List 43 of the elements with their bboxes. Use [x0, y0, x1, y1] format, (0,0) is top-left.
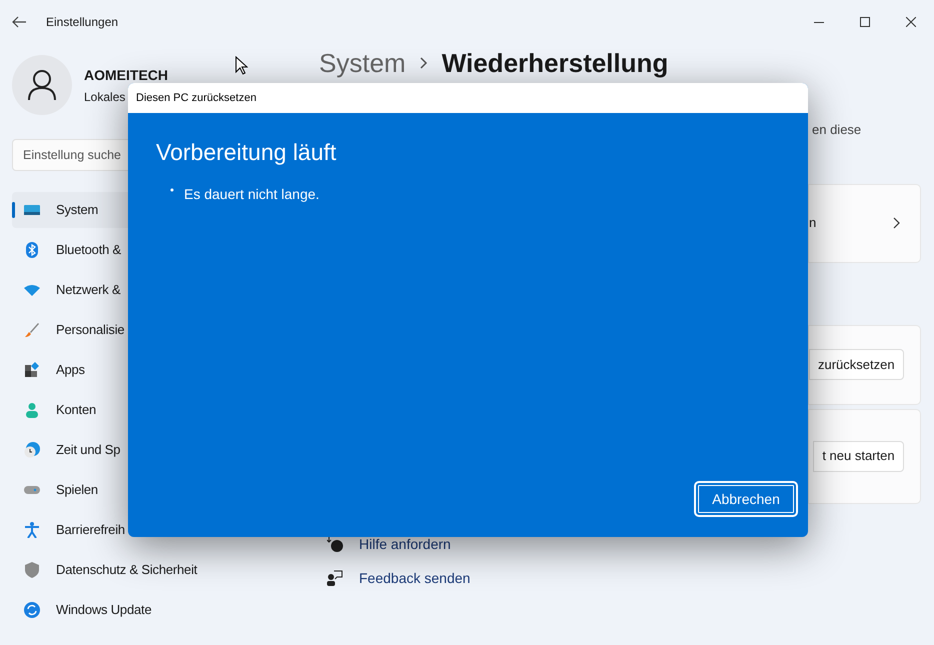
shield-icon — [24, 562, 40, 578]
clock-globe-icon — [24, 442, 40, 458]
help-icon — [327, 536, 343, 552]
sync-icon — [24, 602, 40, 618]
breadcrumb-parent[interactable]: System — [319, 46, 406, 80]
monitor-icon — [24, 202, 40, 218]
nav-item[interactable]: Apps — [12, 352, 312, 388]
account-type: Lokales — [84, 88, 126, 106]
status-text: Es dauert nicht lange. — [184, 184, 320, 204]
help-link[interactable]: Feedback senden — [359, 568, 470, 588]
nav-item[interactable]: Konten — [12, 392, 312, 428]
dialog-heading: Vorbereitung läuft — [156, 138, 338, 167]
spinner-icon — [170, 188, 174, 192]
bluetooth-icon — [24, 242, 40, 258]
maximize-icon — [860, 17, 870, 27]
wifi-icon — [24, 282, 40, 298]
person-icon — [28, 70, 56, 100]
action-button[interactable]: t neu starten — [813, 440, 904, 472]
settings-card[interactable]: n — [808, 184, 921, 262]
help-link[interactable]: Hilfe anfordern — [359, 534, 451, 554]
feedback-icon — [327, 570, 343, 586]
account-name: AOMEITECH — [84, 66, 168, 84]
window-title: Einstellungen — [46, 14, 118, 31]
description-text: en diese — [811, 121, 862, 139]
nav-item[interactable]: Windows Update — [12, 592, 312, 628]
brush-icon — [24, 322, 40, 338]
action-button[interactable]: zurücksetzen — [809, 349, 904, 380]
cancel-button[interactable]: Abbrechen — [694, 481, 798, 517]
chevron-icon — [420, 57, 428, 69]
nav-item[interactable]: Personalisie — [12, 312, 312, 348]
nav-item[interactable]: Barrierefreih — [12, 512, 312, 548]
chevron-icon — [892, 217, 900, 229]
person-icon — [24, 402, 40, 418]
apps-icon — [24, 362, 40, 378]
dialog-title: Diesen PC zurücksetzen — [136, 90, 256, 106]
page-heading: Wiederherstellung — [442, 47, 668, 80]
nav-item[interactable]: Netzwerk & — [12, 272, 312, 308]
cursor-icon — [235, 56, 248, 75]
card-label: n — [809, 214, 816, 232]
close-icon — [906, 17, 916, 27]
accessibility-icon — [24, 522, 40, 538]
back-icon[interactable] — [12, 16, 27, 28]
nav-item[interactable]: Datenschutz & Sicherheit — [12, 552, 312, 588]
